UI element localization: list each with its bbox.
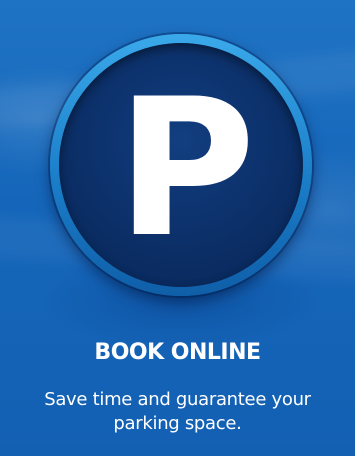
- parking-badge-face: P: [59, 43, 303, 287]
- card-title: BOOK ONLINE: [94, 340, 261, 365]
- parking-icon: P: [50, 34, 312, 296]
- parking-letter: P: [116, 58, 255, 279]
- card-description: Save time and guarantee your parking spa…: [44, 389, 311, 434]
- book-online-card[interactable]: P BOOK ONLINE Save time and guarantee yo…: [0, 0, 355, 456]
